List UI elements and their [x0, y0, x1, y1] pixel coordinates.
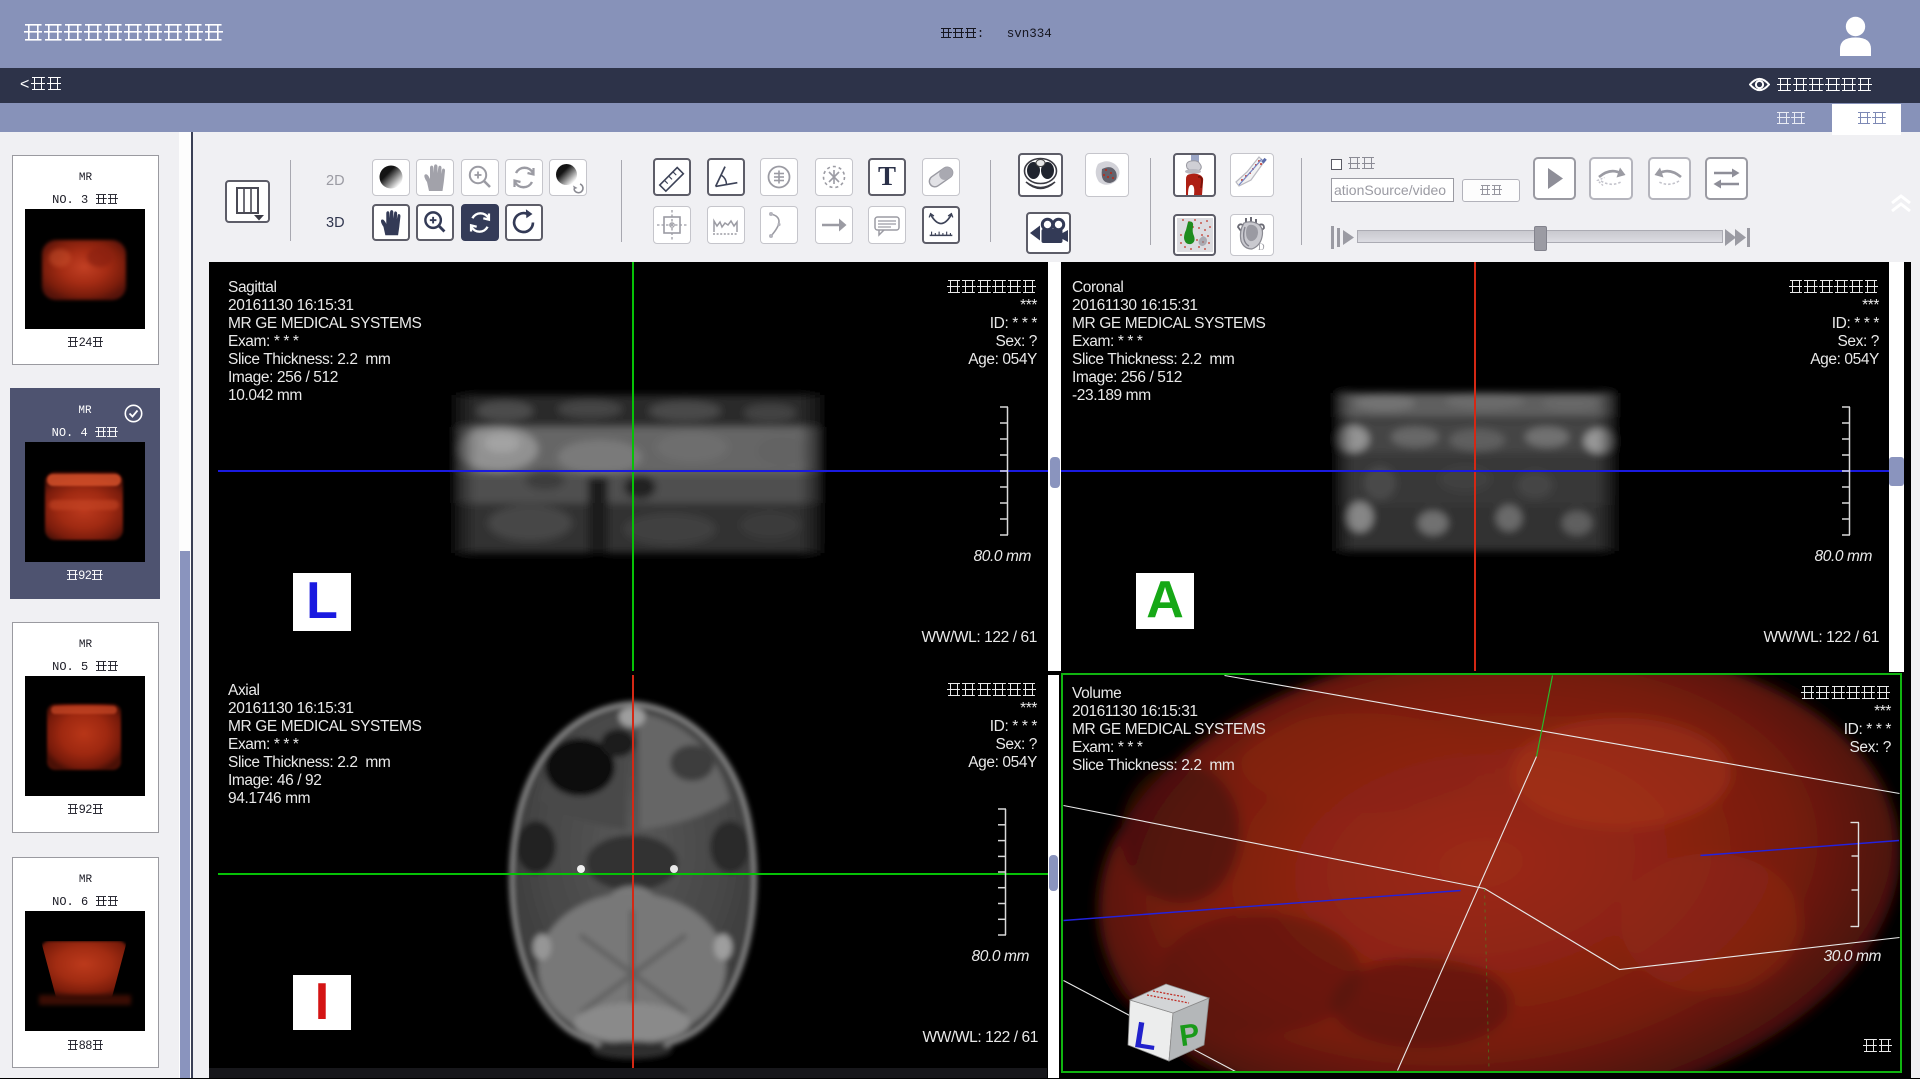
svg-text:D: D — [1258, 242, 1265, 252]
